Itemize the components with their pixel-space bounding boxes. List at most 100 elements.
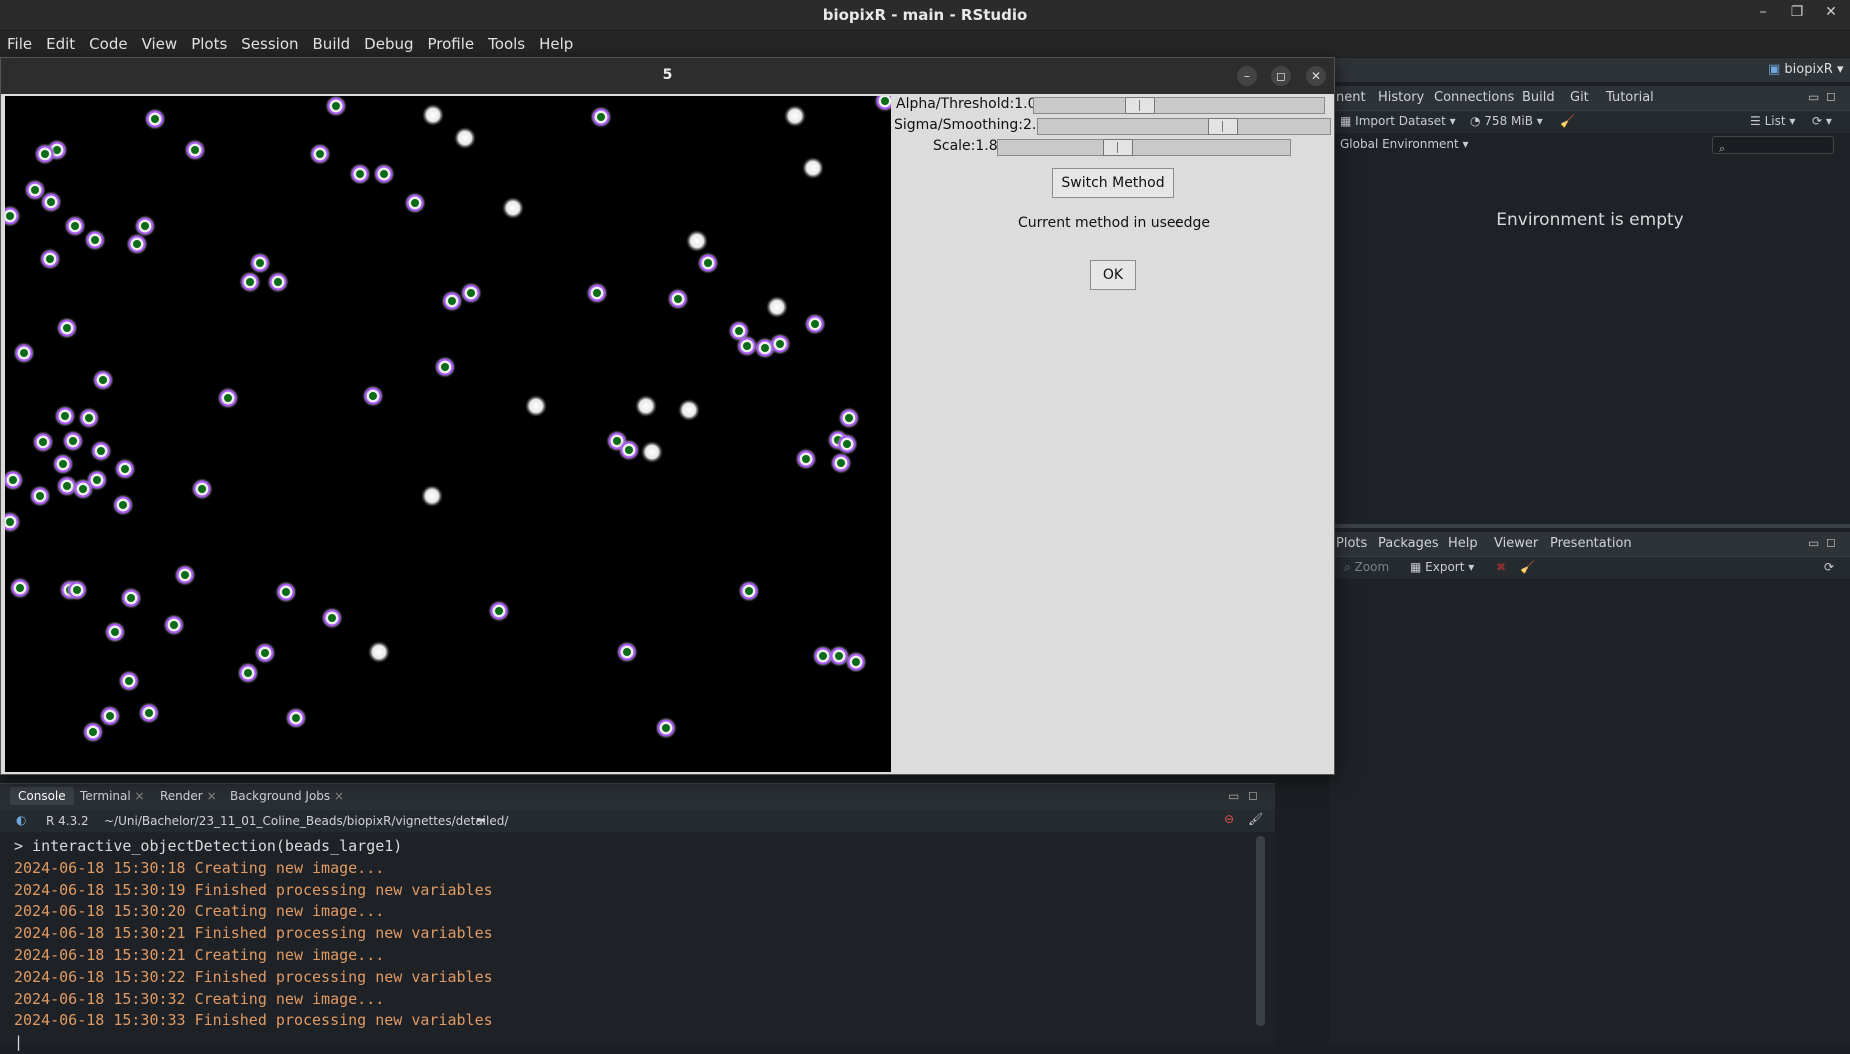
tab-terminal[interactable]: Terminal × [80, 789, 145, 803]
pane-splitter[interactable] [1330, 524, 1850, 528]
bead-center-marker [63, 324, 71, 332]
menu-file[interactable]: File [0, 31, 39, 53]
bead-center-marker [613, 437, 621, 445]
clear-plots-icon[interactable]: 🧹 [1520, 560, 1535, 574]
project-menu[interactable]: ▣ biopixR ▾ [1768, 62, 1844, 77]
tab-connections[interactable]: Connections [1432, 90, 1516, 105]
memory-usage[interactable]: ◔ 758 MiB ▾ [1470, 114, 1543, 128]
close-icon[interactable]: × [135, 789, 145, 803]
tab-history[interactable]: History [1376, 90, 1426, 105]
maximize-pane-icon[interactable]: ◻ [1826, 89, 1836, 103]
scale-slider[interactable] [997, 139, 1291, 156]
tab-help[interactable]: Help [1446, 536, 1480, 551]
tab-packages[interactable]: Packages [1376, 536, 1441, 551]
bead-center-marker [145, 709, 153, 717]
maximize-pane-icon-2[interactable]: ◻ [1826, 535, 1836, 549]
project-label: biopixR [1784, 62, 1833, 77]
tab-environment[interactable]: nent [1334, 90, 1368, 105]
switch-method-button[interactable]: Switch Method [1052, 168, 1174, 198]
menu-help[interactable]: Help [532, 31, 580, 53]
maximize-console-icon[interactable]: ◻ [1248, 788, 1258, 802]
window-titlebar: biopixR - main - RStudio – ❐ ✕ [0, 0, 1850, 31]
render-label: Render [160, 789, 203, 803]
minimize-pane-icon-2[interactable]: ▭ [1808, 536, 1819, 550]
menu-edit[interactable]: Edit [39, 31, 82, 53]
close-icon[interactable]: × [334, 789, 344, 803]
tab-plots[interactable]: Plots [1334, 536, 1369, 551]
tab-build[interactable]: Build [1520, 90, 1557, 105]
minimize-icon[interactable]: – [1752, 4, 1774, 20]
bead-center-marker [843, 440, 851, 448]
broom-icon[interactable]: 🧹 [1560, 114, 1575, 128]
stop-icon[interactable]: ⊖ [1224, 812, 1234, 826]
bead-center-marker [837, 459, 845, 467]
bead-center-marker [47, 198, 55, 206]
maximize-icon[interactable]: ◻ [1271, 66, 1291, 86]
zoom-label: Zoom [1354, 560, 1390, 574]
alpha-slider[interactable] [1033, 97, 1325, 114]
refresh-plots-icon[interactable]: ⟳ [1824, 560, 1834, 574]
bead-center-marker [119, 501, 127, 509]
terminal-label: Terminal [80, 789, 131, 803]
bead-center-marker [133, 240, 141, 248]
console-output[interactable]: > interactive_objectDetection(beads_larg… [14, 836, 493, 1054]
env-search-input[interactable]: ⌕ [1712, 136, 1834, 155]
menu-code[interactable]: Code [82, 31, 134, 53]
menu-view[interactable]: View [135, 31, 185, 53]
plots-toolbar: ⌕ Zoom ▦ Export ▾ ✖ 🧹 ⟳ [1330, 557, 1850, 579]
delete-plot-icon[interactable]: ✖ [1496, 560, 1506, 574]
console-scrollbar[interactable] [1256, 836, 1265, 1026]
slider-thumb[interactable] [1103, 139, 1133, 156]
background-jobs-label: Background Jobs [230, 789, 331, 803]
console-line: 2024-06-18 15:30:33 Finished processing … [14, 1011, 493, 1030]
bead-center-marker [121, 465, 129, 473]
maximize-icon[interactable]: ❐ [1786, 4, 1808, 20]
import-dataset-button[interactable]: ▦ Import Dataset ▾ [1340, 114, 1456, 128]
working-directory[interactable]: ~/Uni/Bachelor/23_11_01_Coline_Beads/bio… [104, 814, 508, 828]
view-mode-select[interactable]: ☰ List ▾ [1750, 114, 1795, 128]
export-button[interactable]: ▦ Export ▾ [1410, 560, 1474, 574]
bead-center-marker [819, 652, 827, 660]
slider-thumb[interactable] [1125, 97, 1155, 114]
close-icon[interactable]: × [207, 789, 217, 803]
close-icon[interactable]: ✕ [1306, 66, 1326, 86]
sigma-slider[interactable] [1037, 118, 1331, 135]
console-line: 2024-06-18 15:30:19 Finished processing … [14, 880, 493, 899]
goto-directory-icon[interactable]: ➦ [476, 813, 486, 827]
refresh-icon[interactable]: ⟳ ▾ [1812, 114, 1832, 128]
alpha-label: Alpha/Threshold:1.0 [896, 96, 1037, 112]
tab-console[interactable]: Console [10, 787, 74, 805]
menu-plots[interactable]: Plots [184, 31, 234, 53]
bead-center-marker [356, 170, 364, 178]
bead-center-marker [181, 571, 189, 579]
minimize-pane-icon[interactable]: ▭ [1808, 90, 1819, 104]
bead-center-marker [106, 712, 114, 720]
clear-console-icon[interactable]: 🖌 [1248, 812, 1263, 826]
scope-select[interactable]: Global Environment ▾ [1340, 137, 1469, 151]
minimize-console-icon[interactable]: ▭ [1228, 789, 1239, 803]
bead-center-marker [735, 327, 743, 335]
menu-tools[interactable]: Tools [481, 31, 532, 53]
close-icon[interactable]: ✕ [1820, 4, 1842, 20]
tab-render[interactable]: Render × [160, 789, 217, 803]
bead-center-marker [623, 648, 631, 656]
ok-button[interactable]: OK [1090, 260, 1136, 290]
tab-background-jobs[interactable]: Background Jobs × [230, 789, 344, 803]
menu-build[interactable]: Build [306, 31, 358, 53]
zoom-button[interactable]: ⌕ Zoom [1344, 560, 1389, 575]
export-icon: ▦ [1410, 560, 1426, 574]
slider-thumb[interactable] [1208, 118, 1238, 135]
bead-center-marker [191, 146, 199, 154]
method-label: Current method in use: [1018, 215, 1181, 231]
menu-debug[interactable]: Debug [357, 31, 420, 53]
tab-git[interactable]: Git [1568, 90, 1591, 105]
console-line: 2024-06-18 15:30:20 Creating new image..… [14, 902, 385, 921]
bead-center-marker [597, 113, 605, 121]
minimize-icon[interactable]: – [1237, 66, 1257, 86]
bead-center-marker [141, 222, 149, 230]
tab-presentation[interactable]: Presentation [1548, 536, 1634, 551]
tab-viewer[interactable]: Viewer [1492, 536, 1540, 551]
tab-tutorial[interactable]: Tutorial [1604, 90, 1656, 105]
menu-session[interactable]: Session [234, 31, 305, 53]
menu-profile[interactable]: Profile [421, 31, 482, 53]
